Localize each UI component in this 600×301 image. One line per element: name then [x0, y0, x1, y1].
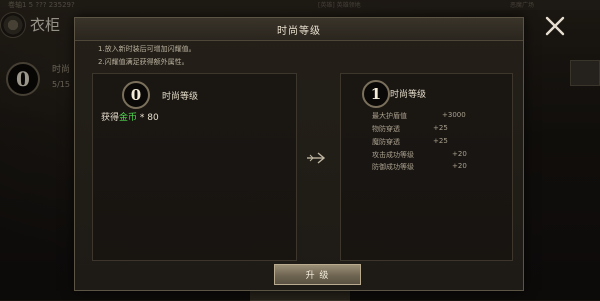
attribute-name: 攻击成功等级: [372, 151, 414, 159]
upgrade-button[interactable]: 升 级: [274, 264, 361, 285]
current-level-badge: 0: [122, 81, 150, 109]
dialog-header: 时尚等级: [75, 18, 523, 41]
description-line-1: 1.放入新时装后可增加闪耀值。: [98, 45, 196, 53]
arrow-right-icon: [307, 152, 326, 164]
next-level-label: 时尚等级: [390, 90, 427, 100]
attribute-name: 魔防穿透: [372, 138, 400, 146]
attribute-value: +25: [433, 124, 448, 132]
attribute-name: 防御成功等级: [372, 163, 414, 171]
attribute-value: +20: [452, 150, 467, 158]
dialog-title: 时尚等级: [277, 25, 321, 37]
description-line-2: 2.闪耀值满足获得额外属性。: [98, 58, 189, 66]
attribute-value: +3000: [442, 111, 466, 119]
attribute-value: +20: [452, 162, 467, 170]
close-icon: [545, 16, 565, 36]
attribute-value: +25: [433, 137, 448, 145]
reward-currency: 金币: [119, 113, 138, 123]
attribute-name: 最大护盾值: [372, 112, 407, 120]
close-button[interactable]: [543, 14, 567, 38]
attribute-name: 物防穿透: [372, 125, 400, 133]
reward-prefix: 获得: [101, 113, 120, 123]
reward-amount: * 80: [137, 113, 159, 123]
current-level-label: 时尚等级: [162, 92, 199, 102]
next-level-badge: 1: [362, 80, 390, 108]
current-reward: 获得金币 * 80: [101, 110, 159, 123]
